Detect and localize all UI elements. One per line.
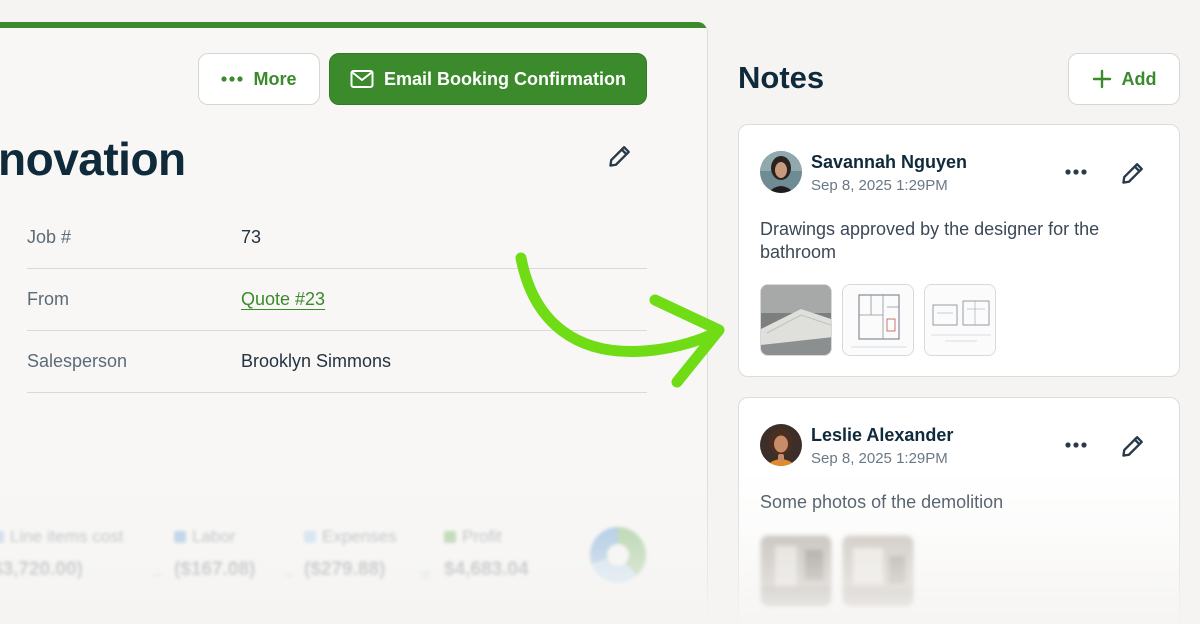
email-booking-confirmation-button[interactable]: Email Booking Confirmation (329, 53, 647, 105)
attachment-thumbnail-photo[interactable] (760, 284, 832, 356)
cost-line-items: Line items cost $3,720.00) (0, 527, 123, 581)
detail-value: Brooklyn Simmons (241, 351, 392, 371)
note-date: Sep 8, 2025 1:29PM (811, 450, 948, 467)
avatar (760, 424, 802, 466)
cost-label: Line items cost (10, 527, 124, 546)
cost-labor: Labor ($167.08) (174, 527, 255, 581)
more-options-icon[interactable] (1061, 430, 1091, 460)
pencil-icon[interactable] (1119, 432, 1147, 460)
cost-label: Labor (192, 527, 236, 546)
cost-value: $4,683.04 (444, 559, 529, 580)
add-button-label: Add (1121, 68, 1157, 89)
profit-swatch (444, 531, 456, 543)
cost-donut-chart (590, 527, 646, 583)
panel-accent-bar (0, 22, 707, 28)
cost-value: ($167.08) (174, 559, 256, 580)
detail-value: 73 (241, 227, 262, 247)
attachment-thumbnail-floor-plan[interactable] (842, 284, 914, 356)
notes-heading: Notes (738, 60, 825, 95)
note-card: Savannah Nguyen Sep 8, 2025 1:29PM Drawi… (738, 124, 1180, 377)
cost-value: ($279.88) (304, 559, 386, 580)
attachment-thumbnail-photo[interactable] (760, 535, 832, 607)
quote-link[interactable]: Quote #23 (241, 289, 325, 310)
detail-label: Salesperson (27, 351, 128, 371)
labor-swatch (174, 531, 186, 543)
cost-profit: Profit $4,683.04 (444, 527, 529, 581)
plus-icon (1092, 69, 1111, 89)
email-button-label: Email Booking Confirmation (383, 68, 626, 89)
note-card: Leslie Alexander Sep 8, 2025 1:29PM Some… (738, 397, 1180, 624)
job-title: novation (0, 133, 186, 185)
detail-label: Job # (27, 227, 72, 247)
cost-expenses: Expenses ($279.88) (304, 527, 397, 581)
more-dots-icon (221, 76, 244, 82)
pencil-icon[interactable] (606, 142, 634, 170)
minus-operator: − (152, 565, 163, 585)
envelope-icon (350, 70, 374, 88)
note-author: Leslie Alexander (811, 425, 954, 445)
add-note-button[interactable]: Add (1068, 53, 1180, 105)
note-author: Savannah Nguyen (811, 152, 968, 172)
cost-label: Expenses (322, 527, 397, 546)
cost-value: $3,720.00) (0, 559, 83, 580)
minus-operator: − (284, 565, 295, 585)
callout-arrow-icon (515, 252, 725, 388)
note-date: Sep 8, 2025 1:29PM (811, 177, 948, 194)
attachment-thumbnail-photo[interactable] (842, 535, 914, 607)
cost-label: Profit (462, 527, 502, 546)
more-button-label: More (253, 68, 297, 89)
more-button[interactable]: More (198, 53, 320, 105)
avatar (760, 151, 802, 193)
detail-label: From (27, 289, 69, 309)
note-text: Some photos of the demolition (760, 492, 1004, 512)
attachment-thumbnail-elevation[interactable] (924, 284, 996, 356)
pencil-icon[interactable] (1119, 159, 1147, 187)
more-options-icon[interactable] (1061, 157, 1091, 187)
note-text: Drawings approved by the designer for th… (760, 219, 1100, 262)
cost-summary: Line items cost $3,720.00) − Labor ($167… (0, 527, 660, 597)
equals-operator: = (420, 565, 431, 585)
expenses-swatch (304, 531, 316, 543)
